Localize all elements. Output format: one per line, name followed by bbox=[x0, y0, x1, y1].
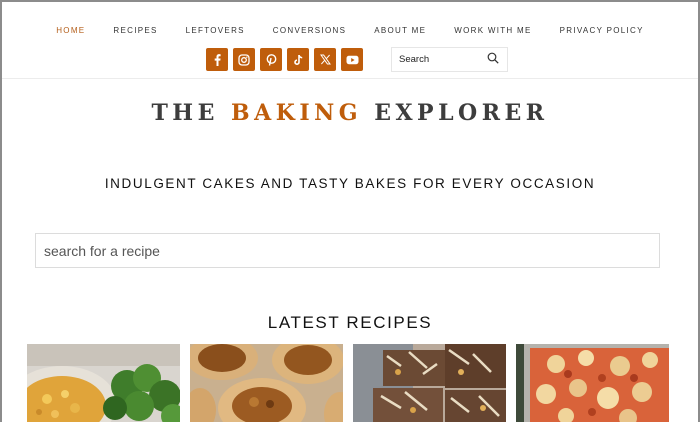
recipe-search-input[interactable] bbox=[44, 242, 651, 259]
logo-word-explorer: EXPLORER bbox=[374, 100, 549, 126]
nav-privacy-policy[interactable]: PRIVACY POLICY bbox=[560, 26, 644, 35]
nav-work-with-me[interactable]: WORK WITH ME bbox=[454, 26, 531, 35]
tiktok-icon[interactable] bbox=[287, 48, 309, 71]
recipe-card-rocky-road[interactable] bbox=[353, 344, 506, 422]
pecan-tassies-photo bbox=[190, 344, 343, 422]
site-logo[interactable]: THE BAKING EXPLORER bbox=[2, 100, 698, 126]
header-search-input[interactable] bbox=[399, 54, 479, 65]
nav-recipes[interactable]: RECIPES bbox=[113, 26, 157, 35]
pizza-bake-photo bbox=[516, 344, 669, 422]
nav-home[interactable]: HOME bbox=[56, 26, 85, 35]
recipe-cards bbox=[27, 344, 669, 422]
facebook-icon[interactable] bbox=[206, 48, 228, 71]
mac-and-cheese-broccoli-photo bbox=[27, 344, 180, 422]
social-links bbox=[206, 48, 363, 71]
page: HOME RECIPES LEFTOVERS CONVERSIONS ABOUT… bbox=[0, 0, 700, 422]
x-icon[interactable] bbox=[314, 48, 336, 71]
logo-word-baking: BAKING bbox=[231, 100, 363, 126]
recipe-search-box bbox=[35, 233, 660, 268]
nav-leftovers[interactable]: LEFTOVERS bbox=[186, 26, 245, 35]
site-tagline: INDULGENT CAKES AND TASTY BAKES FOR EVER… bbox=[104, 176, 596, 191]
nav-about-me[interactable]: ABOUT ME bbox=[374, 26, 426, 35]
recipe-card-pecan-tassies[interactable] bbox=[190, 344, 343, 422]
search-icon[interactable] bbox=[487, 51, 499, 69]
main-nav: HOME RECIPES LEFTOVERS CONVERSIONS ABOUT… bbox=[2, 26, 698, 35]
header-search bbox=[391, 47, 508, 72]
youtube-icon[interactable] bbox=[341, 48, 363, 71]
instagram-icon[interactable] bbox=[233, 48, 255, 71]
recipe-card-pizza-bake[interactable] bbox=[516, 344, 669, 422]
latest-recipes-heading: LATEST RECIPES bbox=[267, 313, 433, 332]
logo-word-the: THE bbox=[151, 100, 219, 126]
header-divider bbox=[2, 78, 698, 79]
nav-conversions[interactable]: CONVERSIONS bbox=[273, 26, 346, 35]
pinterest-icon[interactable] bbox=[260, 48, 282, 71]
recipe-card-mac-and-cheese[interactable] bbox=[27, 344, 180, 422]
rocky-road-bars-photo bbox=[353, 344, 506, 422]
